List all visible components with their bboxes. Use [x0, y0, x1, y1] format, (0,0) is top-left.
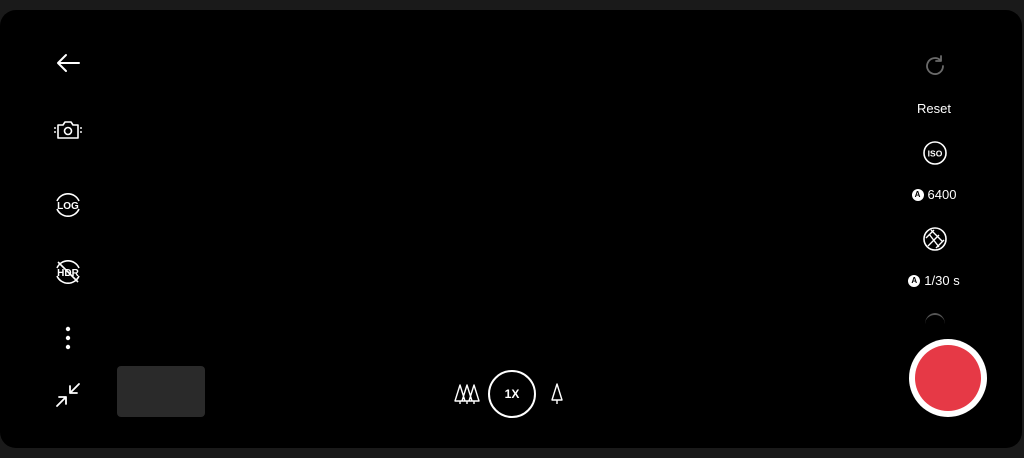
reset-label[interactable]: Reset: [894, 101, 974, 116]
zoom-wide-button[interactable]: [452, 380, 482, 408]
shutter-aperture-icon: [923, 227, 947, 251]
zoom-tele-button[interactable]: [545, 380, 569, 408]
log-toggle-button[interactable]: LOG: [44, 185, 92, 225]
shutter-speed-button[interactable]: [921, 225, 949, 253]
tree-tele-icon: [551, 383, 563, 404]
hdr-toggle-button[interactable]: HDR: [44, 252, 92, 292]
minimize-icon: [56, 383, 80, 407]
log-icon-label: LOG: [57, 201, 79, 212]
record-button[interactable]: [909, 339, 987, 417]
back-button[interactable]: [44, 43, 92, 83]
zoom-level-label: 1X: [504, 387, 520, 401]
shutter-value-text: 1/30 s: [924, 273, 960, 288]
camera-flip-icon: [54, 121, 82, 139]
reset-button[interactable]: [921, 52, 949, 80]
white-balance-icon[interactable]: [925, 313, 945, 335]
iso-icon: ISO: [923, 141, 947, 165]
shutter-auto-badge: A: [908, 274, 921, 287]
record-indicator: [915, 345, 981, 411]
left-toolbar: LOG HDR: [44, 10, 92, 448]
iso-icon-label: ISO: [928, 149, 943, 159]
refresh-icon: [926, 55, 944, 75]
zoom-level-button[interactable]: 1X: [488, 370, 536, 418]
log-icon: LOG: [56, 193, 80, 217]
iso-auto-badge: A: [911, 188, 924, 201]
arrow-left-icon: [57, 54, 80, 72]
iso-value[interactable]: A 6400: [894, 187, 974, 202]
collapse-button[interactable]: [44, 375, 92, 415]
more-vertical-icon: [65, 326, 71, 350]
iso-value-text: 6400: [927, 187, 957, 202]
shutter-value[interactable]: A 1/30 s: [894, 273, 974, 288]
hdr-off-icon: HDR: [56, 260, 80, 284]
camera-viewfinder[interactable]: LOG HDR 1X Reset ISO A 6400 A 1/30 s: [0, 10, 1022, 448]
gallery-thumbnail[interactable]: [117, 366, 205, 417]
camera-switch-button[interactable]: [44, 110, 92, 150]
zoom-control: 1X: [450, 370, 580, 418]
iso-button[interactable]: ISO: [921, 139, 949, 167]
trees-wide-icon: [454, 384, 480, 404]
more-options-button[interactable]: [44, 318, 92, 358]
